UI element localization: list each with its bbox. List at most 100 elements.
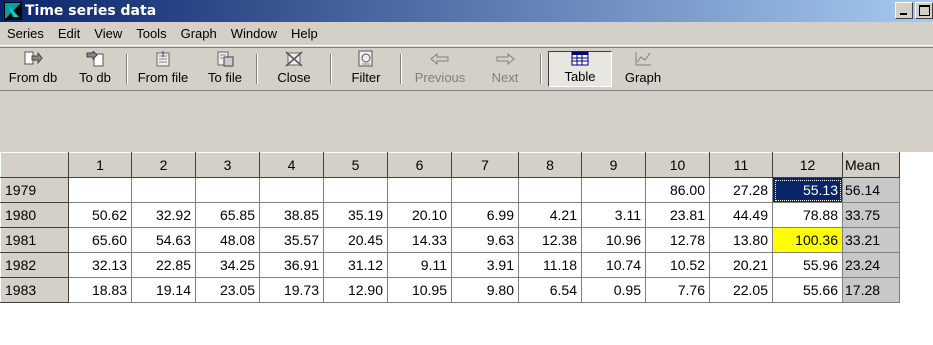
table-cell[interactable] xyxy=(195,177,260,203)
table-cell[interactable]: 20.10 xyxy=(387,202,452,228)
menu-tools[interactable]: Tools xyxy=(129,26,173,41)
table-cell[interactable]: 10.74 xyxy=(581,252,646,278)
column-header[interactable]: 10 xyxy=(645,152,710,178)
table-cell[interactable]: 23.05 xyxy=(195,277,260,303)
column-header[interactable]: 2 xyxy=(131,152,196,178)
row-header[interactable]: 1982 xyxy=(0,252,69,278)
menu-series[interactable]: Series xyxy=(0,26,51,41)
to-db-button[interactable]: To db xyxy=(66,48,124,90)
table-cell[interactable] xyxy=(131,177,196,203)
filter-icon xyxy=(355,50,377,68)
table-cell[interactable]: 32.13 xyxy=(68,252,132,278)
table-cell[interactable]: 35.19 xyxy=(323,202,388,228)
export-icon xyxy=(84,50,106,68)
filter-button[interactable]: Filter xyxy=(334,48,398,90)
column-header[interactable]: 7 xyxy=(451,152,519,178)
table-cell[interactable]: 34.25 xyxy=(195,252,260,278)
table-cell[interactable]: 32.92 xyxy=(131,202,196,228)
table-cell[interactable]: 12.90 xyxy=(323,277,388,303)
column-header[interactable]: 5 xyxy=(323,152,388,178)
column-header[interactable]: 9 xyxy=(581,152,646,178)
table-view-button[interactable]: Table xyxy=(548,51,612,87)
row-header[interactable]: 1983 xyxy=(0,277,69,303)
table-cell[interactable]: 65.60 xyxy=(68,227,132,253)
table-cell[interactable]: 48.08 xyxy=(195,227,260,253)
table-cell[interactable]: 55.66 xyxy=(772,277,843,303)
table-cell[interactable]: 0.95 xyxy=(581,277,646,303)
table-cell[interactable]: 35.57 xyxy=(259,227,324,253)
table-cell[interactable]: 13.80 xyxy=(709,227,773,253)
table-cell[interactable]: 50.62 xyxy=(68,202,132,228)
row-header[interactable]: 1981 xyxy=(0,227,69,253)
table-cell[interactable] xyxy=(387,177,452,203)
table-cell[interactable]: 7.76 xyxy=(645,277,710,303)
table-cell[interactable] xyxy=(518,177,582,203)
minimize-button[interactable] xyxy=(895,2,913,19)
table-cell[interactable]: 22.05 xyxy=(709,277,773,303)
table-cell[interactable]: 20.45 xyxy=(323,227,388,253)
column-header[interactable]: 1 xyxy=(68,152,132,178)
column-header[interactable]: 3 xyxy=(195,152,260,178)
table-cell[interactable]: 22.85 xyxy=(131,252,196,278)
table-cell[interactable]: 18.83 xyxy=(68,277,132,303)
column-header-mean[interactable]: Mean xyxy=(842,152,900,178)
table-cell[interactable]: 86.00 xyxy=(645,177,710,203)
from-file-button[interactable]: From file xyxy=(130,48,196,90)
menu-window[interactable]: Window xyxy=(224,26,284,41)
column-header[interactable]: 11 xyxy=(709,152,773,178)
table-cell[interactable]: 55.13 xyxy=(772,177,843,203)
table-cell[interactable]: 31.12 xyxy=(323,252,388,278)
table-cell[interactable]: 10.52 xyxy=(645,252,710,278)
table-cell[interactable]: 9.11 xyxy=(387,252,452,278)
column-header[interactable]: 8 xyxy=(518,152,582,178)
table-cell[interactable]: 4.21 xyxy=(518,202,582,228)
table-cell[interactable] xyxy=(323,177,388,203)
table-cell[interactable]: 65.85 xyxy=(195,202,260,228)
table-cell[interactable]: 12.78 xyxy=(645,227,710,253)
menu-graph[interactable]: Graph xyxy=(174,26,224,41)
table-cell[interactable]: 9.63 xyxy=(451,227,519,253)
to-file-button[interactable]: To file xyxy=(196,48,254,90)
table-cell[interactable]: 27.28 xyxy=(709,177,773,203)
maximize-button[interactable] xyxy=(915,2,933,19)
table-cell[interactable]: 11.18 xyxy=(518,252,582,278)
row-header[interactable]: 1980 xyxy=(0,202,69,228)
column-header[interactable]: 12 xyxy=(772,152,843,178)
table-cell[interactable] xyxy=(68,177,132,203)
menu-edit[interactable]: Edit xyxy=(51,26,87,41)
table-cell[interactable]: 6.54 xyxy=(518,277,582,303)
table-cell[interactable]: 38.85 xyxy=(259,202,324,228)
table-cell[interactable]: 100.36 xyxy=(772,227,843,253)
table-cell[interactable]: 9.80 xyxy=(451,277,519,303)
table-cell[interactable]: 10.95 xyxy=(387,277,452,303)
previous-button[interactable]: Previous xyxy=(404,48,476,90)
from-db-button[interactable]: From db xyxy=(0,48,66,90)
row-header[interactable]: 1979 xyxy=(0,177,69,203)
table-cell[interactable] xyxy=(581,177,646,203)
table-cell[interactable]: 78.88 xyxy=(772,202,843,228)
close-button[interactable]: Close xyxy=(260,48,328,90)
next-button[interactable]: Next xyxy=(476,48,534,90)
table-cell[interactable]: 3.11 xyxy=(581,202,646,228)
table-cell[interactable]: 23.81 xyxy=(645,202,710,228)
table-cell[interactable]: 10.96 xyxy=(581,227,646,253)
table-cell[interactable] xyxy=(259,177,324,203)
column-header[interactable]: 6 xyxy=(387,152,452,178)
corner-header[interactable] xyxy=(0,152,69,178)
table-cell[interactable] xyxy=(451,177,519,203)
table-cell[interactable]: 20.21 xyxy=(709,252,773,278)
table-cell[interactable]: 19.73 xyxy=(259,277,324,303)
table-cell[interactable]: 55.96 xyxy=(772,252,843,278)
table-cell[interactable]: 3.91 xyxy=(451,252,519,278)
column-header[interactable]: 4 xyxy=(259,152,324,178)
table-cell[interactable]: 12.38 xyxy=(518,227,582,253)
table-cell[interactable]: 54.63 xyxy=(131,227,196,253)
graph-view-button[interactable]: Graph xyxy=(612,48,674,90)
table-cell[interactable]: 19.14 xyxy=(131,277,196,303)
table-cell[interactable]: 14.33 xyxy=(387,227,452,253)
table-cell[interactable]: 44.49 xyxy=(709,202,773,228)
menu-view[interactable]: View xyxy=(87,26,129,41)
table-cell[interactable]: 6.99 xyxy=(451,202,519,228)
menu-help[interactable]: Help xyxy=(284,26,325,41)
table-cell[interactable]: 36.91 xyxy=(259,252,324,278)
